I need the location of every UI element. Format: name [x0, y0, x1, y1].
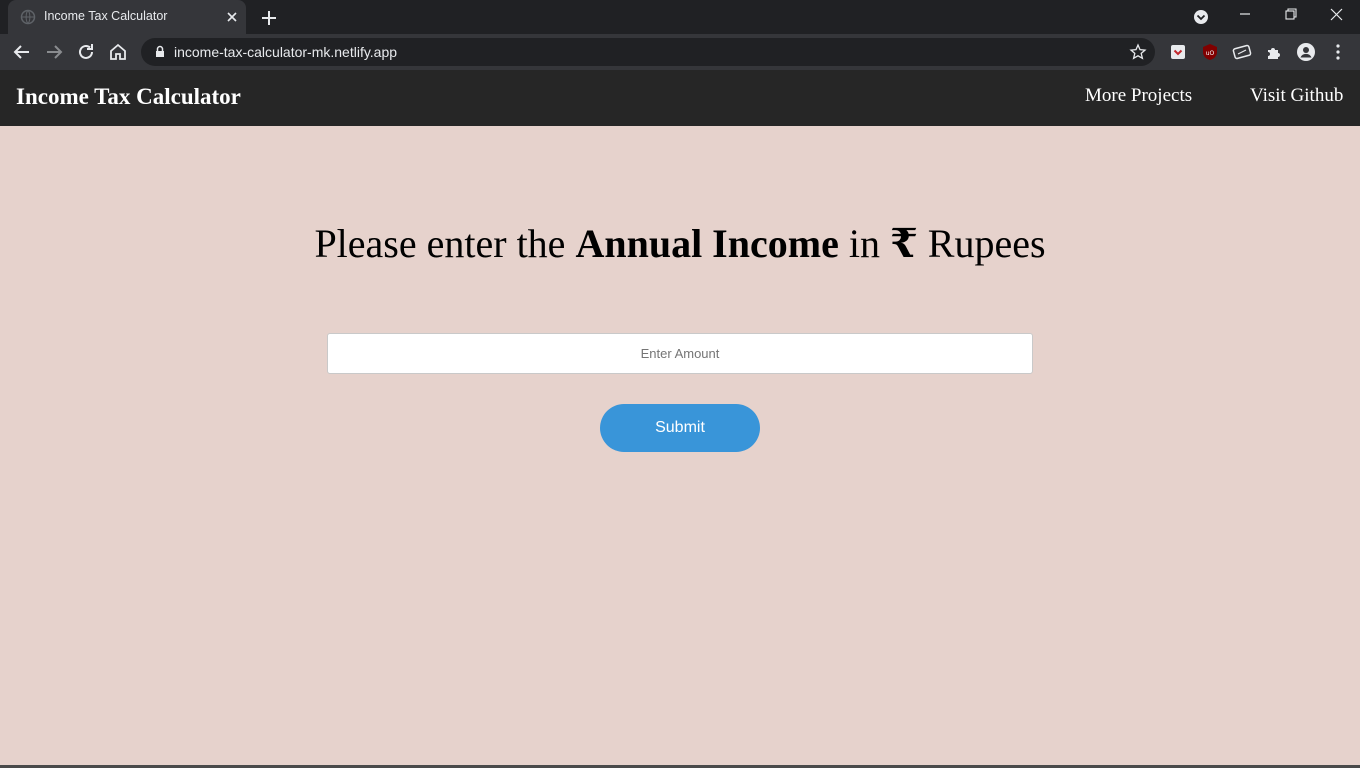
heading-text-post: Rupees	[917, 221, 1046, 266]
new-tab-icon[interactable]	[258, 7, 280, 29]
close-tab-icon[interactable]	[224, 9, 240, 25]
heading-text-pre: Please enter the	[314, 221, 576, 266]
profile-avatar-icon[interactable]	[1296, 42, 1316, 62]
nav-link-visit-github[interactable]: Visit Github	[1250, 85, 1343, 107]
amount-input[interactable]	[327, 333, 1033, 374]
browser-toolbar: income-tax-calculator-mk.netlify.app uO	[0, 34, 1360, 70]
heading-annual-income: Annual Income	[575, 221, 839, 266]
page-heading: Please enter the Annual Income in ₹ Rupe…	[0, 220, 1360, 267]
pocket-extension-icon[interactable]	[1168, 42, 1188, 62]
restore-icon[interactable]	[1268, 0, 1314, 32]
coupon-extension-icon[interactable]	[1232, 42, 1252, 62]
browser-tabstrip: Income Tax Calculator	[0, 0, 1360, 34]
home-icon[interactable]	[107, 41, 129, 63]
rupee-symbol: ₹	[889, 221, 918, 266]
close-window-icon[interactable]	[1314, 0, 1360, 32]
site-navbar: Income Tax Calculator More Projects Visi…	[0, 70, 1360, 126]
back-arrow-icon[interactable]	[11, 41, 33, 63]
forward-arrow-icon[interactable]	[43, 41, 65, 63]
minimize-icon[interactable]	[1222, 0, 1268, 32]
kebab-menu-icon[interactable]	[1328, 42, 1348, 62]
address-bar[interactable]: income-tax-calculator-mk.netlify.app	[141, 38, 1155, 66]
submit-button[interactable]: Submit	[600, 404, 760, 452]
tab-title: Income Tax Calculator	[44, 9, 168, 23]
tab-search-icon[interactable]	[1178, 0, 1224, 32]
nav-link-more-projects[interactable]: More Projects	[1085, 85, 1192, 107]
globe-icon	[20, 9, 36, 25]
heading-text-mid: in	[838, 221, 890, 266]
lock-icon[interactable]	[152, 44, 168, 60]
browser-tab[interactable]: Income Tax Calculator	[8, 0, 246, 34]
url-text: income-tax-calculator-mk.netlify.app	[174, 44, 398, 60]
puzzle-extensions-icon[interactable]	[1264, 42, 1284, 62]
svg-text:uO: uO	[1206, 50, 1215, 57]
reload-icon[interactable]	[75, 41, 97, 63]
ublock-extension-icon[interactable]: uO	[1200, 42, 1220, 62]
site-brand: Income Tax Calculator	[16, 84, 241, 109]
bookmark-star-icon[interactable]	[1129, 43, 1147, 61]
